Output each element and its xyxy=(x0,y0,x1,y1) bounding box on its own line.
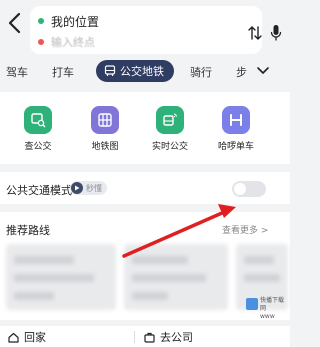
go-home-label: 回家 xyxy=(24,331,46,344)
shortcut-bar: 回家 去公司 xyxy=(0,326,290,347)
metro-map-icon xyxy=(91,106,119,134)
go-home-button[interactable]: 回家 xyxy=(8,329,46,345)
tool-hello-bike[interactable]: 哈啰单车 xyxy=(210,106,262,152)
tab-walk[interactable]: 步 xyxy=(236,64,247,80)
origin-dot-icon xyxy=(38,18,44,24)
destination-dot-icon xyxy=(38,39,44,45)
tab-drive[interactable]: 驾车 xyxy=(6,64,28,80)
tool-metro-map[interactable]: 地铁图 xyxy=(79,106,131,152)
swap-icon[interactable] xyxy=(248,25,262,41)
go-work-button[interactable]: 去公司 xyxy=(144,329,193,345)
briefcase-icon xyxy=(144,332,155,343)
recommended-title: 推荐路线 xyxy=(6,224,50,237)
transit-tools-card: 查公交 地铁图 实时公交 哈啰单车 xyxy=(0,92,290,164)
destination-row[interactable]: 输入终点 xyxy=(38,33,95,51)
route-input-card: 我的位置 输入终点 xyxy=(30,6,282,54)
origin-text: 我的位置 xyxy=(51,14,100,29)
toggle-knob xyxy=(234,183,246,195)
transit-mode-toggle[interactable] xyxy=(232,181,266,197)
route-card[interactable] xyxy=(124,244,228,310)
tab-cycling[interactable]: 骑行 xyxy=(190,64,212,80)
route-card[interactable] xyxy=(6,244,116,310)
realtime-bus-icon xyxy=(156,106,184,134)
tool-realtime-bus[interactable]: 实时公交 xyxy=(144,106,196,152)
travel-mode-tabs: 驾车 打车 公交地铁 骑行 步 xyxy=(0,60,290,84)
tool-bus-search[interactable]: 查公交 xyxy=(12,106,64,152)
tool-label: 哈啰单车 xyxy=(217,142,254,152)
tab-transit-label: 公交地铁 xyxy=(120,65,164,78)
badge-label: 秒懂 xyxy=(86,183,102,193)
go-work-label: 去公司 xyxy=(160,331,193,344)
view-more-link[interactable]: 查看更多 > xyxy=(222,223,268,236)
tab-transit[interactable]: 公交地铁 xyxy=(96,60,174,82)
bike-icon xyxy=(222,106,250,134)
transit-mode-row: 公共交通模式 秒懂 xyxy=(0,172,290,204)
play-icon xyxy=(71,182,83,194)
divider xyxy=(134,331,135,343)
destination-input[interactable]: 输入终点 xyxy=(51,34,95,50)
tool-label: 实时公交 xyxy=(151,142,188,152)
tool-label: 查公交 xyxy=(24,142,52,152)
tab-taxi[interactable]: 打车 xyxy=(52,64,74,80)
back-arrow-icon xyxy=(8,12,21,34)
chevron-down-icon[interactable] xyxy=(256,66,270,76)
bus-search-icon xyxy=(24,106,52,134)
origin-row[interactable]: 我的位置 xyxy=(38,12,99,30)
microphone-icon[interactable] xyxy=(270,24,282,42)
quick-guide-badge[interactable]: 秒懂 xyxy=(70,181,107,195)
tool-label: 地铁图 xyxy=(91,142,119,152)
home-icon xyxy=(8,332,19,343)
bus-icon xyxy=(104,65,116,76)
transit-mode-title: 公共交通模式 xyxy=(6,184,72,197)
watermark-logo: 快播下载网 www xyxy=(244,294,288,326)
back-button[interactable] xyxy=(4,10,26,36)
